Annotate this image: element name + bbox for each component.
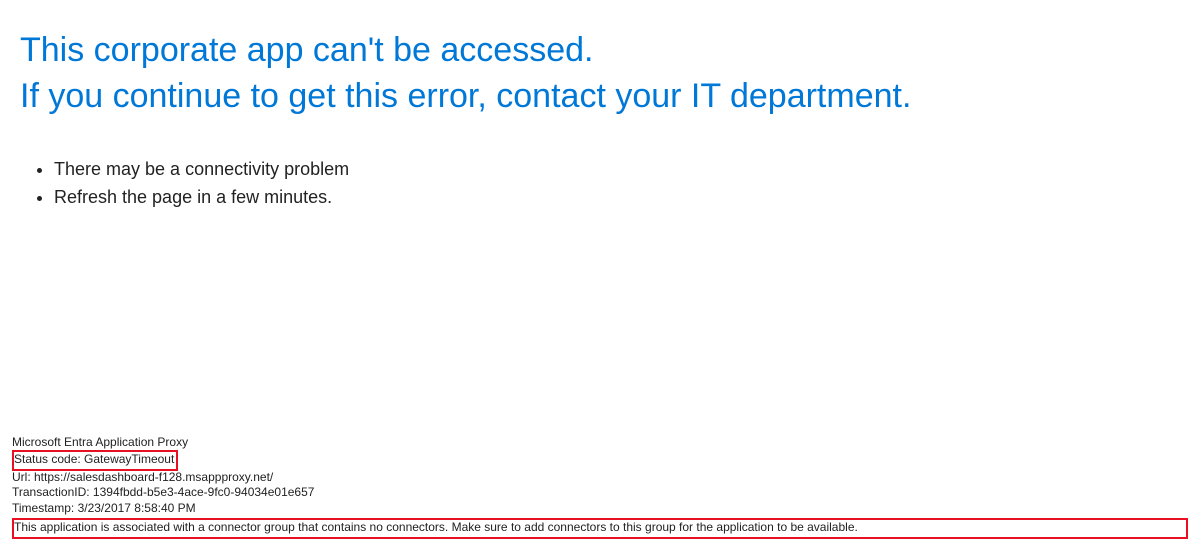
suggestion-item: There may be a connectivity problem — [54, 156, 1200, 184]
timestamp-row: Timestamp: 3/23/2017 8:58:40 PM — [12, 501, 1188, 517]
transaction-row: TransactionID: 1394fbdd-b5e3-4ace-9fc0-9… — [12, 485, 1188, 501]
suggestion-list: There may be a connectivity problem Refr… — [0, 156, 1200, 212]
status-code-label: Status code: — [14, 452, 84, 466]
suggestion-item: Refresh the page in a few minutes. — [54, 184, 1200, 212]
status-code-row: Status code: GatewayTimeout — [12, 451, 1188, 470]
heading-line-2: If you continue to get this error, conta… — [20, 74, 1180, 120]
transaction-value: 1394fbdd-b5e3-4ace-9fc0-94034e01e657 — [93, 485, 315, 499]
url-value: https://salesdashboard-f128.msappproxy.n… — [34, 470, 273, 484]
timestamp-label: Timestamp: — [12, 501, 78, 515]
error-heading: This corporate app can't be accessed. If… — [0, 0, 1200, 120]
url-label: Url: — [12, 470, 34, 484]
status-code-highlight: Status code: GatewayTimeout — [12, 450, 178, 471]
product-name: Microsoft Entra Application Proxy — [12, 435, 1188, 451]
status-code-value: GatewayTimeout — [84, 452, 174, 466]
message-highlight: This application is associated with a co… — [12, 518, 1188, 539]
heading-line-1: This corporate app can't be accessed. — [20, 28, 1180, 74]
url-row: Url: https://salesdashboard-f128.msapppr… — [12, 470, 1188, 486]
timestamp-value: 3/23/2017 8:58:40 PM — [78, 501, 196, 515]
transaction-label: TransactionID: — [12, 485, 93, 499]
error-details: Microsoft Entra Application Proxy Status… — [12, 435, 1188, 539]
error-message: This application is associated with a co… — [14, 520, 858, 534]
